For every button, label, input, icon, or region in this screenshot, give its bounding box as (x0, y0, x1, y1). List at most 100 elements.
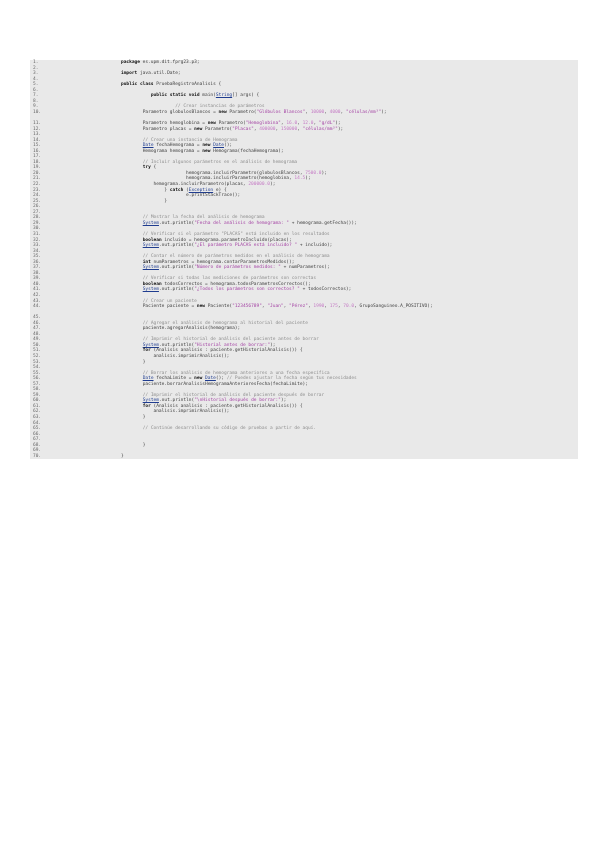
type-link[interactable]: Exception (189, 188, 213, 193)
code-text: es.upm.dit.fprg23.p3; (139, 60, 200, 65)
code-text: + hemograma.getFecha()); (289, 220, 357, 226)
comment: // Incluir algunos parámetros en el anál… (142, 159, 298, 165)
type-link[interactable]: System (143, 221, 159, 226)
code-text: } (121, 198, 168, 204)
string-literal: "\nHistorial después de borrar:" (194, 398, 281, 404)
line-number: 44. (33, 304, 42, 310)
number-literal: 16.0 (286, 121, 298, 127)
type-link[interactable]: Date (205, 376, 216, 381)
code-text: } (121, 359, 146, 365)
code-text: .out.println( (158, 220, 195, 226)
comment: // Crear una instancia de Hemograma (142, 137, 238, 143)
string-literal: "Fecha del análisis de hemograma: " (194, 220, 290, 226)
keyword: public class (121, 82, 154, 88)
comment: // Borrar los análisis de hemograma ante… (142, 370, 330, 376)
keyword: new (218, 109, 227, 115)
code-text: + incluido); (297, 243, 333, 249)
type-link[interactable]: String (216, 93, 232, 98)
line-number: 70. (33, 453, 42, 459)
code-text: java.util.Date; (137, 71, 181, 77)
string-literal: "Hemoglobina" (245, 121, 281, 127)
code-text: Paciente paciente = (121, 304, 197, 310)
type-link[interactable]: System (143, 287, 159, 292)
string-literal: "Juan" (267, 304, 284, 310)
code-text: Parametro( (215, 121, 246, 127)
code-text: analisis.imprimirAnalisis(); (121, 409, 230, 415)
line-text: } (121, 454, 578, 460)
string-literal: "¿El parámetro PLACAS está incluido? " (194, 243, 298, 249)
code-text: + numParametros); (280, 265, 330, 271)
code-line: 10. Parametro globulosBlancos = new Para… (30, 110, 578, 121)
code-text: e) { (213, 187, 227, 193)
comment: // Continúe desarrollando su código de p… (142, 426, 317, 432)
type-link[interactable]: System (143, 398, 159, 403)
string-literal: "células/mm³" (302, 126, 338, 132)
code-text: ); (335, 121, 341, 127)
comment: // Verificar si todas las mediciones de … (142, 276, 317, 282)
keyword: public static void (150, 93, 200, 99)
code-text: incluido = hemograma.parametroIncluido(p… (161, 237, 292, 243)
number-literal: 1990 (313, 304, 325, 310)
comment: // Imprimir el historial de análisis del… (142, 337, 319, 343)
code-text: Parametro( (226, 109, 257, 115)
code-text: ); (381, 109, 387, 115)
number-literal: 12.0 (302, 121, 314, 127)
code-text: (); (215, 376, 227, 382)
type-link[interactable]: Date (143, 143, 154, 148)
code-text: , GrupoSanguineo.A_POSITIVO); (354, 304, 433, 310)
code-text: PruebaRegistroAnalisis { (153, 82, 222, 88)
code-text: main( (199, 93, 216, 99)
type-link[interactable]: System (143, 265, 159, 270)
number-literal: 150000 (280, 126, 298, 132)
string-literal: "g/dL" (318, 121, 336, 127)
string-literal: "células/mm³" (345, 109, 382, 115)
type-link[interactable]: Date (143, 376, 154, 381)
code-line: 70.} (30, 454, 578, 460)
code-text: Paciente( (205, 304, 233, 310)
keyword: import (121, 71, 138, 77)
comment: // Agregar el análisis de hemograma al h… (142, 320, 308, 326)
string-literal: "Número de parámetros medidos: " (194, 265, 281, 271)
code-text: .out.println( (158, 265, 195, 271)
keyword: int (142, 259, 151, 265)
keyword: new (196, 304, 206, 310)
code-text: .out.println( (158, 243, 195, 249)
type-link[interactable]: System (143, 243, 159, 248)
number-literal: 175 (329, 304, 338, 310)
line-text: Paciente paciente = new Paciente("123456… (121, 304, 578, 315)
code-text: .out.println( (158, 287, 195, 293)
code-text: paciente.agregarAnalisis(hemograma); (121, 326, 241, 332)
keyword: package (121, 60, 140, 65)
code-text: numParametros = hemograma.contarParametr… (150, 259, 295, 265)
code-text: [] args) { (232, 93, 260, 99)
code-text: Parametro globulosBlancos = (121, 109, 219, 115)
code-line: 44. Paciente paciente = new Paciente("12… (30, 304, 578, 315)
code-text: fechaHemograma = (153, 143, 203, 149)
code-text: hemograma.incluirParametro(hemoglobina, (121, 176, 295, 182)
code-text: { (150, 165, 157, 171)
code-text: } (121, 187, 170, 193)
line-number: 10. (33, 109, 42, 115)
code-text: .out.println( (158, 398, 195, 404)
string-literal: "¿Todos los parámetros son correctos? " (194, 287, 300, 293)
type-link[interactable]: Date (213, 143, 224, 148)
